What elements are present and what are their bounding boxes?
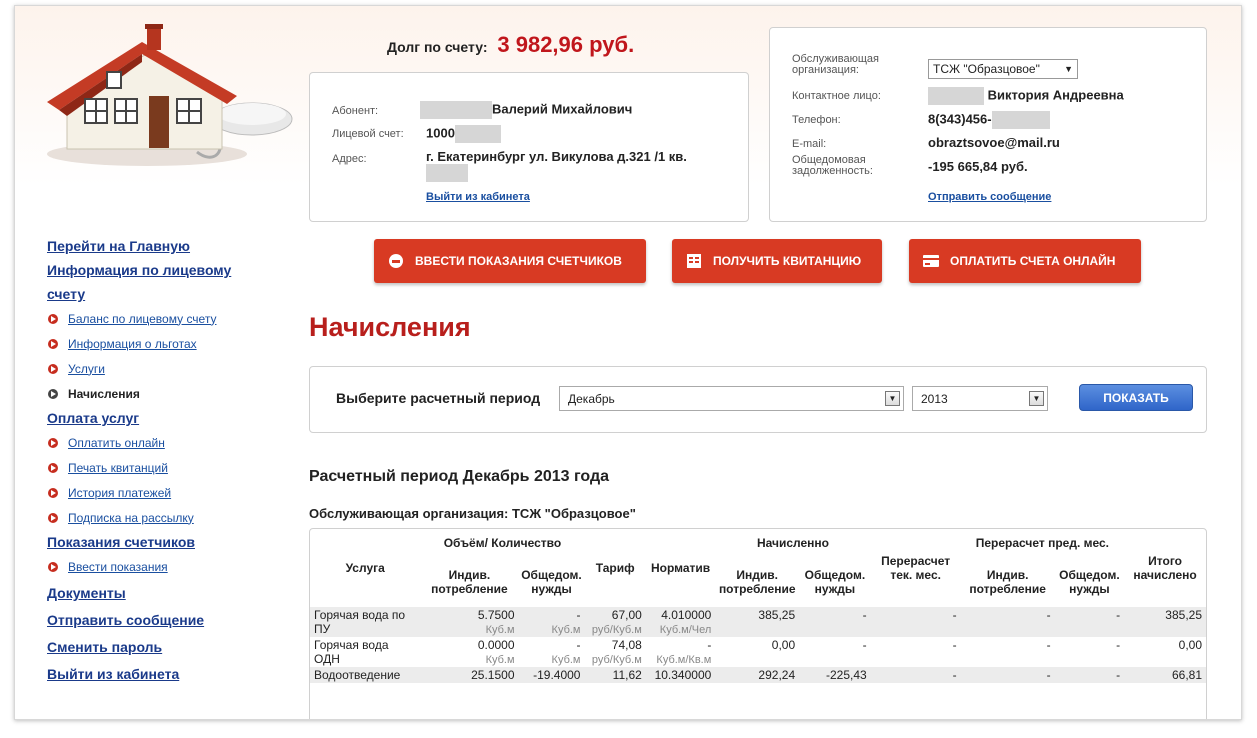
sidebar-link-account-info[interactable]: Информация по лицевому счету [47,258,247,306]
address-value: г. Екатеринбург ул. Викулова д.321 /1 кв… [426,149,736,182]
header-volume: Объём/ Количество [443,536,562,550]
sidebar-item-subscription[interactable]: Подписка на рассылку [47,505,277,530]
credit-card-icon [922,252,940,270]
sidebar-link-documents[interactable]: Документы [47,581,277,605]
contact-value: Виктория Андреевна [928,87,1124,105]
logout-link[interactable]: Выйти из кабинета [426,191,530,203]
table-row: Водоотведение 25.1500 -19.4000 11,62 10.… [310,667,1206,683]
sidebar-link-home[interactable]: Перейти на Главную [47,234,277,258]
enter-meter-readings-button[interactable]: ВВЕСТИ ПОКАЗАНИЯ СЧЕТЧИКОВ [374,239,646,283]
header-charged-common: Общедом. нужды [804,568,866,596]
sidebar-item-payment-history[interactable]: История платежей [47,480,277,505]
header-recalc-individual: Индив. потребление [969,568,1046,596]
organization-panel: Обслуживающая организация: ТСЖ "Образцов… [769,27,1207,222]
sidebar-item-services[interactable]: Услуги [47,356,277,381]
house-debt-label: Общедомовая задолженность: [792,154,873,177]
address-label: Адрес: [332,153,367,165]
meter-icon [387,252,405,270]
period-selector: Выберите расчетный период Декабрь ▼ 2013… [309,366,1207,433]
email-label: E-mail: [792,138,827,150]
page-title: Начисления [309,312,471,342]
house-debt-value: -195 665,84 руб. [928,159,1028,174]
organization-line: Обслуживающая организация: ТСЖ "Образцов… [309,506,636,521]
period-label: Выберите расчетный период [336,390,541,406]
show-button[interactable]: ПОКАЗАТЬ [1079,384,1193,411]
header-recalc-prev: Перерасчет пред. мес. [975,536,1110,550]
bullet-icon [48,388,58,399]
bullet-icon [48,313,58,324]
sidebar-link-payment[interactable]: Оплата услуг [47,406,277,430]
page-frame: Перейти на Главную Информация по лицевом… [14,5,1242,720]
header-total: Итого начислено [1133,554,1197,582]
header-charged: Начисленно [756,536,829,550]
send-message-link[interactable]: Отправить сообщение [928,191,1051,203]
bullet-icon [48,512,58,523]
chevron-down-icon: ▼ [1029,391,1044,406]
bullet-icon [48,437,58,448]
org-label: Обслуживающая организация: [792,53,879,76]
bullet-icon [48,561,58,572]
sidebar-item-pay-online[interactable]: Оплатить онлайн [47,430,277,455]
table-row: Горячая вода по ПУ 5.7500 - 67,00 4.0100… [310,607,1206,637]
sidebar: Перейти на Главную Информация по лицевом… [47,234,277,686]
header-tariff: Тариф [595,561,635,575]
sidebar-item-charges[interactable]: Начисления [47,381,277,406]
email-value: obraztsovoe@mail.ru [928,135,1060,150]
receipt-icon [685,252,703,270]
header-vol-common: Общедом. нужды [521,568,582,596]
debt-amount: 3 982,96 руб. [497,32,635,57]
sidebar-item-benefits[interactable]: Информация о льготах [47,331,277,356]
account-label: Лицевой счет: [332,128,404,140]
organization-select[interactable]: ТСЖ "Образцовое" ▼ [928,59,1078,79]
header-charged-individual: Индив. потребление [718,568,796,596]
chevron-down-icon: ▼ [1064,64,1073,74]
header-norm: Норматив [650,561,711,575]
sidebar-item-print-receipts[interactable]: Печать квитанций [47,455,277,480]
year-select[interactable]: 2013 ▼ [912,386,1048,411]
sidebar-item-balance[interactable]: Баланс по лицевому счету [47,306,277,331]
get-receipt-button[interactable]: ПОЛУЧИТЬ КВИТАНЦИЮ [672,239,882,283]
abonent-name: Валерий Михайлович [420,101,632,119]
table-row-units: Куб.м Куб.м руб/Куб.м Куб.м/Кв.м [485,654,712,666]
sidebar-link-logout[interactable]: Выйти из кабинета [47,662,277,686]
abonent-panel: Абонент: Валерий Михайлович Лицевой счет… [309,72,749,222]
charges-table: Услуга Объём/ Количество Тариф Норматив … [309,528,1207,719]
phone-value: 8(343)456- [928,111,1050,129]
sidebar-item-enter-readings[interactable]: Ввести показания [47,554,277,579]
sidebar-link-meters[interactable]: Показания счетчиков [47,530,277,554]
bullet-icon [48,487,58,498]
pay-online-button[interactable]: ОПЛАТИТЬ СЧЕТА ОНЛАЙН [909,239,1141,283]
table-row-units: Куб.м Куб.м руб/Куб.м Куб.м/Чел [310,623,1206,637]
house-logo-icon [47,24,293,166]
sidebar-link-send-message[interactable]: Отправить сообщение [47,608,277,632]
debt-label: Долг по счету: [387,39,488,55]
header-recalc-common: Общедом. нужды [1059,568,1120,596]
header-vol-individual: Индив. потребление [431,568,508,596]
chevron-down-icon: ▼ [885,391,900,406]
table-row: Горячая вода ОДН 0.0000 - 74,08 - 0,00 -… [314,638,1202,666]
contact-label: Контактное лицо: [792,90,881,102]
period-title: Расчетный период Декабрь 2013 года [309,468,610,485]
debt-summary: Долг по счету: 3 982,96 руб. [387,32,634,58]
phone-label: Телефон: [792,114,841,126]
account-number: 1000 [426,125,501,143]
bullet-icon [48,363,58,374]
header-recalc-current: Перерасчет тек. мес. [881,554,951,582]
abonent-label: Абонент: [332,105,379,117]
bullet-icon [48,338,58,349]
bullet-icon [48,462,58,473]
header-service: Услуга [345,561,385,575]
month-select[interactable]: Декабрь ▼ [559,386,904,411]
sidebar-link-change-password[interactable]: Сменить пароль [47,635,277,659]
